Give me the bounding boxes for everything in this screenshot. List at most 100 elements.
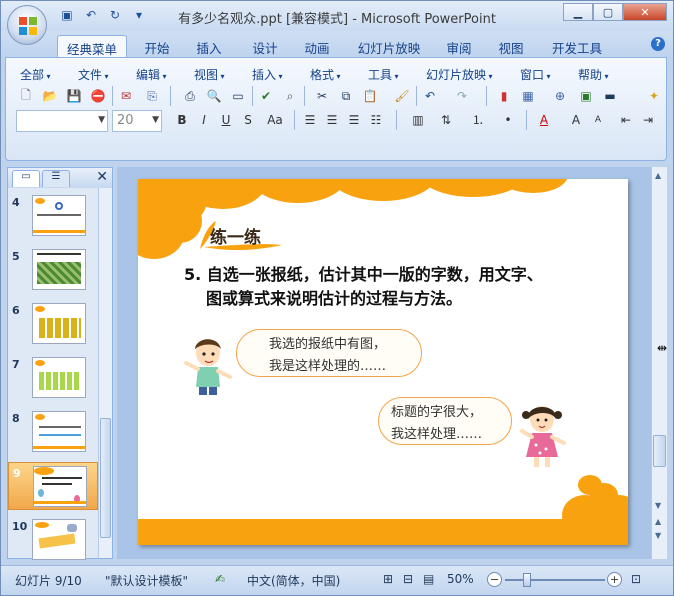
language-status: 中文(简体，中国) bbox=[247, 574, 341, 588]
zoom-slider-track[interactable] bbox=[505, 579, 605, 581]
slides-pane-scrollbar[interactable] bbox=[98, 188, 112, 558]
menu-help[interactable]: 帮助 bbox=[578, 66, 609, 83]
zoom-slider-knob[interactable] bbox=[523, 573, 531, 587]
tab-slides[interactable]: ▭ bbox=[12, 170, 40, 187]
underline-button[interactable]: U bbox=[216, 110, 236, 130]
picture-icon[interactable]: ▣ bbox=[576, 86, 596, 106]
close-pane-icon[interactable]: ✕ bbox=[96, 169, 108, 185]
new-icon[interactable]: 🗋 bbox=[16, 86, 36, 106]
slide-thumbnail bbox=[32, 519, 86, 560]
justify-icon[interactable]: ☷ bbox=[366, 110, 386, 130]
align-center-icon[interactable]: ☰ bbox=[322, 110, 342, 130]
menu-all[interactable]: 全部 bbox=[20, 66, 51, 83]
menu-insert[interactable]: 插入 bbox=[252, 66, 283, 83]
editor-scrollbar[interactable]: ▲ ▼ ▲ ▼ bbox=[651, 167, 667, 559]
maximize-button[interactable]: ▢ bbox=[593, 3, 623, 21]
hyperlink-icon[interactable]: ⊕ bbox=[550, 86, 570, 106]
italic-button[interactable]: I bbox=[194, 110, 214, 130]
menu-slideshow[interactable]: 幻灯片放映 bbox=[426, 66, 493, 83]
numbering-icon[interactable]: ⒈ bbox=[468, 110, 488, 130]
shrink-font-icon[interactable]: A bbox=[588, 110, 608, 130]
save-file-icon[interactable]: 💾 bbox=[64, 86, 84, 106]
menu-view[interactable]: 视图 bbox=[194, 66, 225, 83]
publish-icon[interactable]: ⎘ bbox=[142, 86, 162, 106]
text-direction-icon[interactable]: ⇅ bbox=[436, 110, 456, 130]
menu-tools[interactable]: 工具 bbox=[368, 66, 399, 83]
zoom-out-button[interactable]: − bbox=[487, 572, 502, 587]
normal-view-icon[interactable]: ⊞ bbox=[383, 572, 393, 586]
paste-icon[interactable]: 📋 bbox=[360, 86, 380, 106]
bold-button[interactable]: B bbox=[172, 110, 192, 130]
print-preview-icon[interactable]: 🔍 bbox=[204, 86, 224, 106]
redo-toolbar-icon[interactable]: ↷ bbox=[452, 86, 472, 106]
slide-thumb-row[interactable]: 8 bbox=[8, 408, 98, 456]
minimize-button[interactable]: ▁ bbox=[563, 3, 593, 21]
tab-insert[interactable]: 插入 bbox=[189, 35, 229, 57]
slide-thumb-row[interactable]: 10 bbox=[8, 516, 98, 564]
zoom-in-button[interactable]: + bbox=[607, 572, 622, 587]
office-button[interactable] bbox=[7, 5, 47, 45]
decrease-indent-icon[interactable]: ⇤ bbox=[616, 110, 636, 130]
slideshow-view-icon[interactable]: ▤ bbox=[423, 572, 434, 586]
tab-home[interactable]: 开始 bbox=[137, 35, 177, 57]
tab-developer[interactable]: 开发工具 bbox=[545, 35, 609, 57]
increase-indent-icon[interactable]: ⇥ bbox=[638, 110, 658, 130]
tab-review[interactable]: 审阅 bbox=[439, 35, 479, 57]
open-icon[interactable]: 📂 bbox=[40, 86, 60, 106]
current-slide[interactable]: 练一练 5. 自选一张报纸，估计其中一版的字数，用文字、 图或算式来说明估计的过… bbox=[138, 179, 628, 545]
menu-window[interactable]: 窗口 bbox=[520, 66, 551, 83]
align-right-icon[interactable]: ☰ bbox=[344, 110, 364, 130]
zoom-level[interactable]: 50% bbox=[447, 572, 474, 586]
change-case-button[interactable]: Aa bbox=[262, 110, 288, 130]
help-icon[interactable]: ? bbox=[651, 37, 665, 51]
permission-icon[interactable]: ⛔ bbox=[88, 86, 108, 106]
slide-thumb-row[interactable]: 7 bbox=[8, 354, 98, 402]
spelling-icon[interactable]: ✔ bbox=[256, 86, 276, 106]
scrollbar-thumb[interactable] bbox=[653, 435, 666, 467]
layout-icon[interactable]: ▭ bbox=[228, 86, 248, 106]
close-button[interactable]: ✕ bbox=[623, 3, 667, 21]
slide-thumbnail bbox=[32, 303, 86, 344]
resize-cursor-icon: ⇹ bbox=[657, 341, 668, 355]
chart-icon[interactable]: ▮ bbox=[494, 86, 514, 106]
spellcheck-icon[interactable]: ✍ bbox=[215, 572, 225, 586]
print-icon[interactable]: ⎙ bbox=[180, 86, 200, 106]
prev-slide-icon[interactable]: ▲ bbox=[655, 517, 661, 526]
shadow-button[interactable]: S bbox=[238, 110, 258, 130]
tab-outline[interactable]: ☰ bbox=[42, 170, 70, 187]
font-color-icon[interactable]: A bbox=[534, 110, 554, 130]
tab-view[interactable]: 视图 bbox=[491, 35, 531, 57]
align-left-icon[interactable]: ☰ bbox=[300, 110, 320, 130]
slide-sorter-icon[interactable]: ⊟ bbox=[403, 572, 413, 586]
bullets-icon[interactable]: • bbox=[498, 110, 518, 130]
tab-design[interactable]: 设计 bbox=[245, 35, 285, 57]
slide-thumb-row[interactable]: 4 bbox=[8, 192, 98, 240]
ribbon-tabs: 经典菜单 开始 插入 设计 动画 幻灯片放映 审阅 视图 开发工具 ? bbox=[1, 31, 673, 57]
tab-classic-menu[interactable]: 经典菜单 bbox=[57, 35, 127, 57]
format-painter-icon[interactable]: 🖌 bbox=[392, 86, 412, 106]
email-icon[interactable]: ✉ bbox=[116, 86, 136, 106]
slide-thumb-row-selected[interactable]: 9 bbox=[8, 462, 98, 510]
slide-thumb-row[interactable]: 5 bbox=[8, 246, 98, 294]
menu-format[interactable]: 格式 bbox=[310, 66, 341, 83]
tab-animation[interactable]: 动画 bbox=[297, 35, 337, 57]
color-icon[interactable]: ▬ bbox=[600, 86, 620, 106]
tab-slideshow[interactable]: 幻灯片放映 bbox=[351, 35, 427, 57]
slides-pane-tabs: ▭ ☰ ✕ bbox=[8, 168, 112, 188]
fit-window-icon[interactable]: ⊡ bbox=[631, 572, 641, 586]
table-icon[interactable]: ▦ bbox=[518, 86, 538, 106]
columns-icon[interactable]: ▥ bbox=[408, 110, 428, 130]
cut-icon[interactable]: ✂ bbox=[312, 86, 332, 106]
grow-font-icon[interactable]: A bbox=[566, 110, 586, 130]
menu-edit[interactable]: 编辑 bbox=[136, 66, 167, 83]
undo-toolbar-icon[interactable]: ↶ bbox=[420, 86, 440, 106]
scrollbar-thumb[interactable] bbox=[100, 418, 111, 538]
slide-thumb-row[interactable]: 6 bbox=[8, 300, 98, 348]
research-icon[interactable]: ⌕ bbox=[280, 86, 300, 106]
font-size-combo[interactable]: 20 ▼ bbox=[112, 110, 162, 132]
next-slide-icon[interactable]: ▼ bbox=[655, 531, 661, 540]
menu-file[interactable]: 文件 bbox=[78, 66, 109, 83]
new-slide-icon[interactable]: ✦ bbox=[644, 86, 664, 106]
font-name-combo[interactable]: ▼ bbox=[16, 110, 108, 132]
copy-icon[interactable]: ⧉ bbox=[336, 86, 356, 106]
